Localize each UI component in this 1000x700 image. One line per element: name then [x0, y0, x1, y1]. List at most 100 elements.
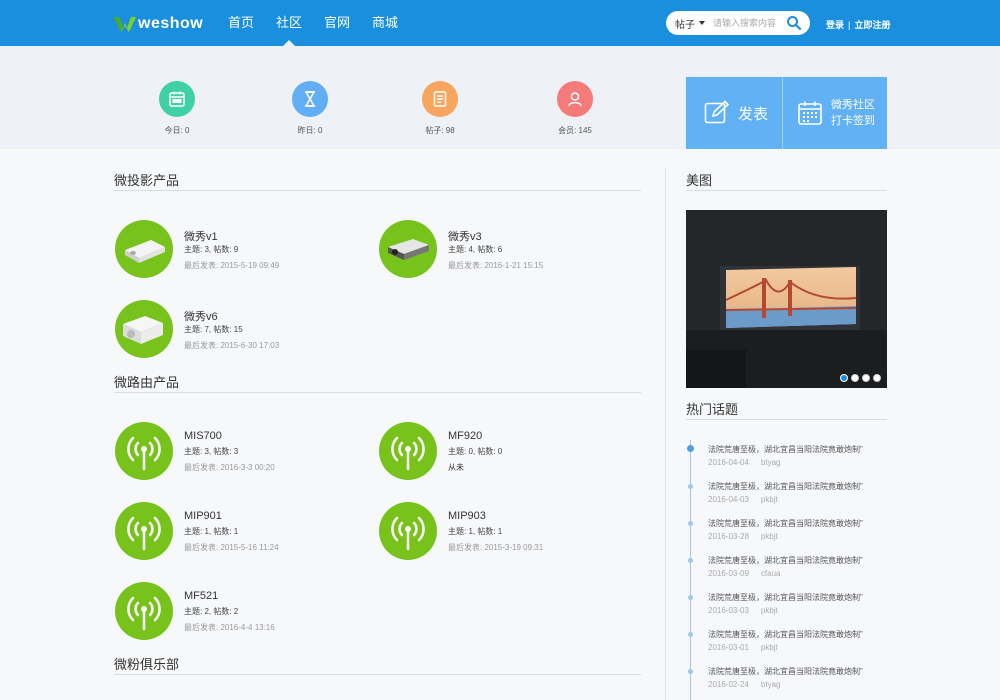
- auth-links: 登录 | 立即注册: [826, 18, 891, 31]
- forum-count: 主题: 1, 帖数: 1: [448, 527, 503, 536]
- topic-meta: 2016-03-28 pkbjt: [708, 532, 778, 541]
- action-box: 发表 微秀社区 打卡签到: [686, 77, 887, 149]
- forum-count: 主题: 4, 帖数: 6: [448, 245, 503, 254]
- checkin-line2: 打卡签到: [831, 115, 875, 127]
- antenna-icon: [115, 502, 173, 560]
- login-link[interactable]: 登录: [826, 18, 844, 31]
- main-nav: 首页 社区 官网 商城: [228, 0, 420, 46]
- stat-posts: 帖子: 98: [410, 81, 470, 136]
- logo-text: weshow: [138, 15, 204, 32]
- column-divider: [665, 168, 666, 700]
- timeline-line: [690, 440, 691, 700]
- stat-today: 今日: 0: [147, 81, 207, 136]
- forum-name: MIP901: [184, 510, 222, 522]
- timeline-dot: [688, 484, 693, 489]
- logo[interactable]: weshow: [114, 13, 203, 35]
- section-title-projector: 微投影产品: [114, 173, 180, 188]
- antenna-icon: [115, 422, 173, 480]
- topic-meta: 2016-04-04 btyag: [708, 458, 781, 467]
- topic-user[interactable]: cfaua: [761, 569, 781, 578]
- section-divider: [686, 419, 887, 420]
- topic-meta: 2016-02-24 btyag: [708, 680, 781, 689]
- register-link[interactable]: 立即注册: [855, 18, 891, 31]
- topic-meta: 2016-04-03 pkbjt: [708, 495, 778, 504]
- search-box: 帖子: [666, 11, 810, 35]
- calendar-new-icon: [159, 81, 195, 117]
- topic-user[interactable]: btyag: [761, 680, 781, 689]
- topic-user[interactable]: pkbjt: [761, 495, 778, 504]
- carousel-dot[interactable]: [862, 374, 870, 382]
- forum-item[interactable]: MIP901 主题: 1, 帖数: 1 最后发表: 2015-5-16 11:2…: [115, 502, 355, 562]
- search-type-dropdown[interactable]: 帖子: [666, 16, 705, 31]
- topic-date: 2016-03-28: [708, 532, 749, 541]
- topic-title[interactable]: 法院荒唐至极，湖北宜昌当阳法院竟敢炮制”: [708, 666, 863, 677]
- stat-today-label: 今日: 0: [164, 126, 190, 135]
- forum-count: 主题: 7, 帖数: 15: [184, 325, 243, 334]
- top-navigation-bar: weshow 首页 社区 官网 商城 帖子 登录 | 立即注册: [0, 0, 1000, 46]
- forum-item[interactable]: MIP903 主题: 1, 帖数: 1 最后发表: 2015-3-19 09:3…: [379, 502, 619, 562]
- section-title-fan-club: 微粉俱乐部: [114, 657, 180, 672]
- topic-title[interactable]: 法院荒唐至极，湖北宜昌当阳法院竟敢炮制”: [708, 481, 863, 492]
- gallery-carousel[interactable]: [686, 210, 887, 388]
- forum-name: MIP903: [448, 510, 486, 522]
- forum-last-post: 最后发表: 2016-1-21 15:15: [448, 261, 544, 270]
- antenna-icon: [115, 582, 173, 640]
- forum-item[interactable]: 微秀v1 主题: 3, 帖数: 9 最后发表: 2015-5-19 09:49: [115, 220, 355, 280]
- edit-icon: [704, 100, 730, 124]
- auth-separator: |: [848, 19, 851, 30]
- forum-last-post: 最后发表: 2016-4-4 13:16: [184, 623, 275, 632]
- carousel-dot[interactable]: [840, 374, 848, 382]
- projector-icon: [115, 300, 173, 358]
- topic-user[interactable]: btyag: [761, 458, 781, 467]
- nav-store[interactable]: 商城: [372, 0, 398, 46]
- topic-meta: 2016-03-09 cfaua: [708, 569, 781, 578]
- forum-item[interactable]: 微秀v6 主题: 7, 帖数: 15 最后发表: 2015-6-30 17:03: [115, 300, 355, 360]
- topic-date: 2016-04-03: [708, 495, 749, 504]
- projector-icon: [379, 220, 437, 278]
- section-divider: [686, 190, 887, 191]
- section-divider: [114, 674, 641, 675]
- antenna-icon: [379, 502, 437, 560]
- post-button-label: 发表: [738, 105, 769, 123]
- projector-icon: [115, 220, 173, 278]
- post-button[interactable]: 发表: [686, 77, 783, 149]
- topic-title[interactable]: 法院荒唐至极，湖北宜昌当阳法院竟敢炮制”: [708, 444, 863, 455]
- carousel-dot[interactable]: [873, 374, 881, 382]
- forum-count: 主题: 0, 帖数: 0: [448, 447, 503, 456]
- topic-user[interactable]: pkbjt: [761, 532, 778, 541]
- forum-item[interactable]: MIS700 主题: 3, 帖数: 3 最后发表: 2016-3-3 00:20: [115, 422, 355, 482]
- topic-title[interactable]: 法院荒唐至极，湖北宜昌当阳法院竟敢炮制”: [708, 555, 863, 566]
- topic-title[interactable]: 法院荒唐至极，湖北宜昌当阳法院竟敢炮制”: [708, 629, 863, 640]
- checkin-button-label: 微秀社区 打卡签到: [831, 97, 875, 129]
- forum-item[interactable]: 微秀v3 主题: 4, 帖数: 6 最后发表: 2016-1-21 15:15: [379, 220, 619, 280]
- search-input[interactable]: [713, 18, 785, 28]
- hourglass-icon: [292, 81, 328, 117]
- timeline-dot: [688, 558, 693, 563]
- checkin-line1: 微秀社区: [831, 99, 875, 111]
- topic-date: 2016-04-04: [708, 458, 749, 467]
- nav-official-site[interactable]: 官网: [324, 0, 350, 46]
- forum-name: 微秀v3: [448, 231, 482, 243]
- hot-topics-title: 热门话题: [686, 402, 739, 417]
- antenna-icon: [379, 422, 437, 480]
- nav-home[interactable]: 首页: [228, 0, 254, 46]
- topic-user[interactable]: pkbjt: [761, 606, 778, 615]
- forum-count: 主题: 3, 帖数: 9: [184, 245, 239, 254]
- timeline-dot: [688, 595, 693, 600]
- search-icon[interactable]: [786, 15, 802, 31]
- topic-user[interactable]: pkbjt: [761, 643, 778, 652]
- forum-name: 微秀v6: [184, 311, 218, 323]
- topic-title[interactable]: 法院荒唐至极，湖北宜昌当阳法院竟敢炮制”: [708, 592, 863, 603]
- forum-item[interactable]: MF521 主题: 2, 帖数: 2 最后发表: 2016-4-4 13:16: [115, 582, 355, 642]
- document-icon: [422, 81, 458, 117]
- checkin-button[interactable]: 微秀社区 打卡签到: [783, 77, 887, 149]
- forum-item[interactable]: MF920 主题: 0, 帖数: 0 从未: [379, 422, 619, 482]
- timeline-dot: [687, 445, 694, 452]
- timeline-dot: [688, 669, 693, 674]
- topic-title[interactable]: 法院荒唐至极，湖北宜昌当阳法院竟敢炮制”: [708, 518, 863, 529]
- section-title-router: 微路由产品: [114, 375, 180, 390]
- carousel-dot[interactable]: [851, 374, 859, 382]
- topic-date: 2016-02-24: [708, 680, 749, 689]
- nav-community[interactable]: 社区: [276, 0, 302, 46]
- forum-name: MF521: [184, 590, 219, 602]
